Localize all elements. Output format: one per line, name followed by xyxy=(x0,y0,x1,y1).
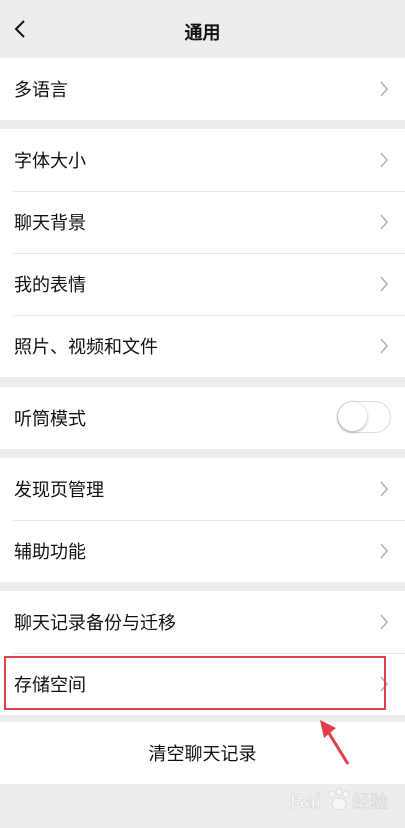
settings-item-discover-management[interactable]: 发现页管理 xyxy=(0,458,405,520)
baidu-watermark-icon: Bai 经验 xyxy=(290,788,388,813)
chevron-right-icon xyxy=(380,614,389,630)
settings-item-earpiece-mode: 听筒模式 xyxy=(0,387,405,449)
chevron-right-icon xyxy=(380,81,389,97)
svg-text:Bai: Bai xyxy=(290,791,321,813)
earpiece-mode-toggle[interactable] xyxy=(337,401,391,433)
settings-item-label: 聊天背景 xyxy=(14,213,86,234)
settings-item-label: 字体大小 xyxy=(14,151,86,172)
nav-bar: 通用 xyxy=(0,0,405,58)
settings-item-font-size[interactable]: 字体大小 xyxy=(0,129,405,191)
chevron-right-icon xyxy=(380,676,389,692)
settings-item-accessibility[interactable]: 辅助功能 xyxy=(0,520,405,582)
settings-item-chat-backup-migration[interactable]: 聊天记录备份与迁移 xyxy=(0,591,405,653)
chevron-right-icon xyxy=(380,338,389,354)
settings-item-label: 我的表情 xyxy=(14,275,86,296)
settings-item-label: 听筒模式 xyxy=(14,409,86,430)
settings-item-my-stickers[interactable]: 我的表情 xyxy=(0,253,405,315)
chevron-right-icon xyxy=(380,481,389,497)
settings-item-label: 多语言 xyxy=(14,80,68,101)
settings-item-label: 辅助功能 xyxy=(14,542,86,563)
clear-chat-history-label: 清空聊天记录 xyxy=(148,744,257,765)
settings-group-language: 多语言 xyxy=(0,58,405,120)
clear-chat-history-button[interactable]: 清空聊天记录 xyxy=(0,722,405,784)
settings-item-language[interactable]: 多语言 xyxy=(0,58,405,120)
svg-text:经验: 经验 xyxy=(352,792,388,813)
chevron-right-icon xyxy=(380,214,389,230)
settings-group-earpiece: 听筒模式 xyxy=(0,387,405,449)
settings-item-label: 照片、视频和文件 xyxy=(14,337,158,358)
settings-item-label: 聊天记录备份与迁移 xyxy=(14,613,176,634)
baidu-paw-icon xyxy=(328,788,350,811)
settings-group-display: 字体大小 聊天背景 我的表情 照片、视频和文件 xyxy=(0,129,405,377)
chevron-right-icon xyxy=(380,152,389,168)
settings-group-discover: 发现页管理 辅助功能 xyxy=(0,458,405,582)
settings-item-storage-space[interactable]: 存储空间 xyxy=(0,653,405,715)
settings-item-label: 存储空间 xyxy=(14,675,86,696)
settings-item-photos-videos-files[interactable]: 照片、视频和文件 xyxy=(0,315,405,377)
page-title: 通用 xyxy=(184,23,221,44)
chevron-right-icon xyxy=(380,276,389,292)
chevron-right-icon xyxy=(380,543,389,559)
settings-item-chat-background[interactable]: 聊天背景 xyxy=(0,191,405,253)
toggle-knob xyxy=(338,402,367,431)
settings-group-storage: 聊天记录备份与迁移 存储空间 xyxy=(0,591,405,715)
settings-item-label: 发现页管理 xyxy=(14,480,104,501)
